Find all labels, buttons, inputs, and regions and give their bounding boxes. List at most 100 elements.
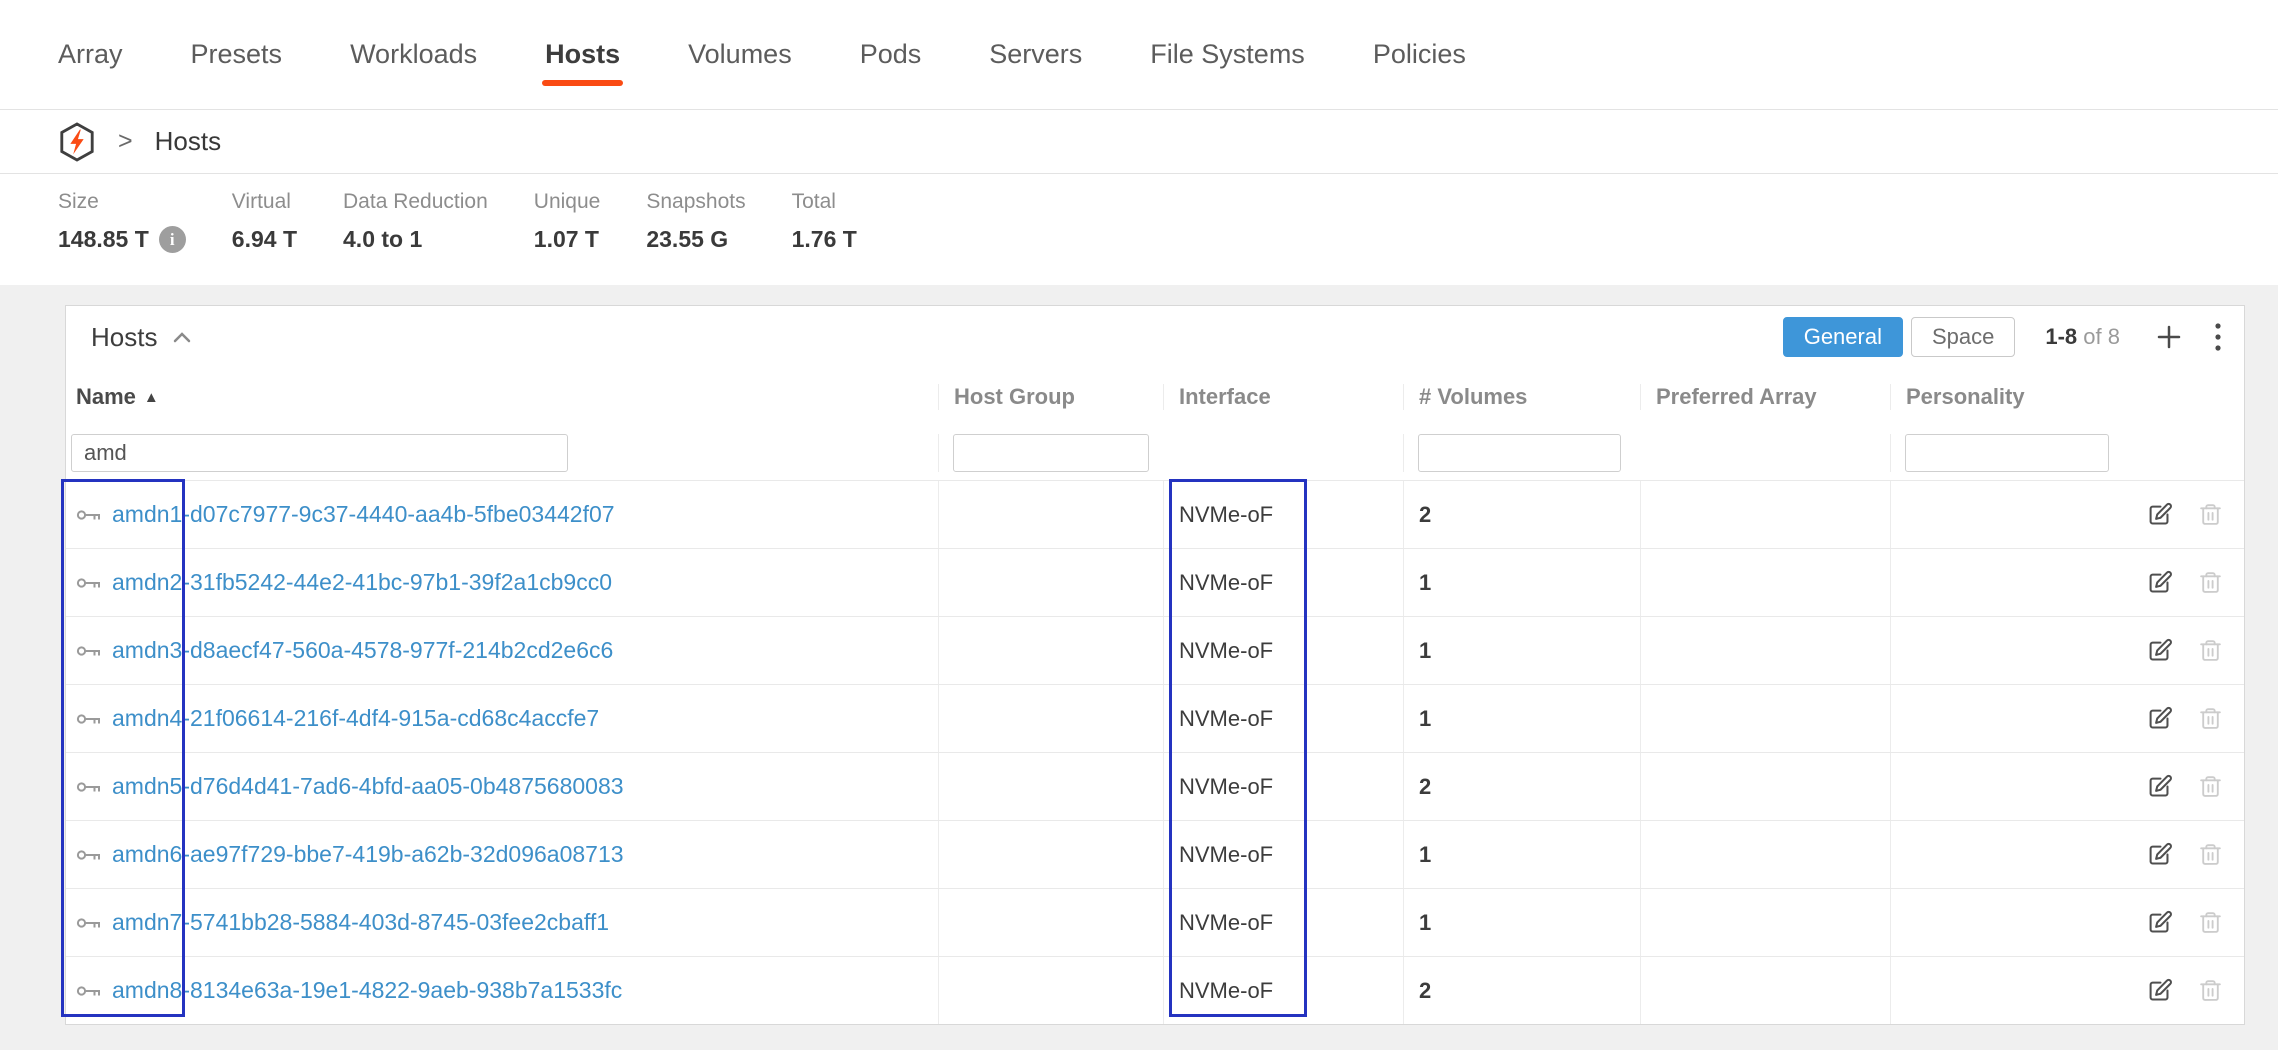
key-icon bbox=[76, 643, 102, 659]
edit-host-icon[interactable] bbox=[2147, 977, 2174, 1004]
name-filter-input[interactable] bbox=[71, 434, 568, 472]
nav-item-hosts[interactable]: Hosts bbox=[545, 39, 620, 70]
stat-value: 1.76 T bbox=[792, 226, 857, 253]
nav-item-pods[interactable]: Pods bbox=[860, 39, 922, 70]
column-header-volumes[interactable]: # Volumes bbox=[1403, 384, 1640, 410]
key-icon bbox=[76, 983, 102, 999]
column-header-personality[interactable]: Personality bbox=[1890, 384, 2131, 410]
delete-host-icon[interactable] bbox=[2198, 773, 2223, 800]
key-icon bbox=[76, 847, 102, 863]
array-logo-icon[interactable] bbox=[58, 121, 96, 163]
preferred-array-cell bbox=[1640, 821, 1890, 888]
stat-value: 148.85 T bbox=[58, 226, 149, 253]
delete-host-icon[interactable] bbox=[2198, 977, 2223, 1004]
host-link[interactable]: amdn1-d07c7977-9c37-4440-aa4b-5fbe03442f… bbox=[112, 501, 615, 528]
column-header-interface[interactable]: Interface bbox=[1163, 384, 1403, 410]
stat-label: Snapshots bbox=[646, 190, 745, 214]
stat-label: Total bbox=[792, 190, 857, 214]
personality-cell bbox=[1890, 481, 2131, 548]
delete-host-icon[interactable] bbox=[2198, 909, 2223, 936]
host-group-filter-input[interactable] bbox=[953, 434, 1149, 472]
nav-item-volumes[interactable]: Volumes bbox=[688, 39, 792, 70]
host-link[interactable]: amdn7-5741bb28-5884-403d-8745-03fee2cbaf… bbox=[112, 909, 609, 936]
host-group-cell bbox=[938, 549, 1163, 616]
key-icon bbox=[76, 915, 102, 931]
personality-cell bbox=[1890, 753, 2131, 820]
table-row: amdn5-d76d4d41-7ad6-4bfd-aa05-0b48756800… bbox=[66, 752, 2244, 820]
delete-host-icon[interactable] bbox=[2198, 705, 2223, 732]
volumes-filter-input[interactable] bbox=[1418, 434, 1621, 472]
host-link[interactable]: amdn4-21f06614-216f-4df4-915a-cd68c4accf… bbox=[112, 705, 599, 732]
edit-host-icon[interactable] bbox=[2147, 501, 2174, 528]
preferred-array-cell bbox=[1640, 549, 1890, 616]
personality-cell bbox=[1890, 957, 2131, 1024]
volumes-cell: 1 bbox=[1403, 617, 1640, 684]
stat-unique: Unique 1.07 T bbox=[534, 190, 601, 285]
hosts-panel-header: Hosts General Space 1-8 of 8 bbox=[66, 306, 2244, 368]
host-link[interactable]: amdn6-ae97f729-bbe7-419b-a62b-32d096a087… bbox=[112, 841, 624, 868]
stat-value: 1.07 T bbox=[534, 226, 599, 253]
nav-item-workloads[interactable]: Workloads bbox=[350, 39, 477, 70]
panel-title: Hosts bbox=[91, 322, 157, 353]
breadcrumb-current: Hosts bbox=[155, 126, 221, 157]
volumes-cell: 1 bbox=[1403, 549, 1640, 616]
stat-snapshots: Snapshots 23.55 G bbox=[646, 190, 745, 285]
interface-cell: NVMe-oF bbox=[1163, 685, 1403, 752]
delete-host-icon[interactable] bbox=[2198, 841, 2223, 868]
column-header-host-group[interactable]: Host Group bbox=[938, 384, 1163, 410]
interface-cell: NVMe-oF bbox=[1163, 549, 1403, 616]
view-space-button[interactable]: Space bbox=[1911, 317, 2015, 357]
personality-filter-input[interactable] bbox=[1905, 434, 2109, 472]
hosts-panel: Hosts General Space 1-8 of 8 bbox=[65, 305, 2245, 1025]
nav-item-policies[interactable]: Policies bbox=[1373, 39, 1466, 70]
delete-host-icon[interactable] bbox=[2198, 501, 2223, 528]
personality-cell bbox=[1890, 685, 2131, 752]
stat-value: 4.0 to 1 bbox=[343, 226, 422, 253]
nav-item-presets[interactable]: Presets bbox=[191, 39, 283, 70]
stat-virtual: Virtual 6.94 T bbox=[232, 190, 297, 285]
delete-host-icon[interactable] bbox=[2198, 569, 2223, 596]
content-area: Hosts General Space 1-8 of 8 bbox=[0, 285, 2278, 1050]
host-link[interactable]: amdn3-d8aecf47-560a-4578-977f-214b2cd2e6… bbox=[112, 637, 613, 664]
personality-cell bbox=[1890, 821, 2131, 888]
sort-ascending-icon: ▲ bbox=[144, 389, 159, 406]
table-body: amdn1-d07c7977-9c37-4440-aa4b-5fbe03442f… bbox=[66, 480, 2244, 1024]
nav-item-servers[interactable]: Servers bbox=[989, 39, 1082, 70]
personality-cell bbox=[1890, 889, 2131, 956]
pagination-total: of 8 bbox=[2083, 324, 2120, 349]
host-group-cell bbox=[938, 753, 1163, 820]
stat-label: Virtual bbox=[232, 190, 297, 214]
nav-item-file-systems[interactable]: File Systems bbox=[1150, 39, 1305, 70]
info-icon[interactable] bbox=[159, 226, 186, 253]
volumes-cell: 2 bbox=[1403, 481, 1640, 548]
host-link[interactable]: amdn5-d76d4d41-7ad6-4bfd-aa05-0b48756800… bbox=[112, 773, 624, 800]
table-row: amdn3-d8aecf47-560a-4578-977f-214b2cd2e6… bbox=[66, 616, 2244, 684]
personality-cell bbox=[1890, 549, 2131, 616]
collapse-chevron-icon[interactable] bbox=[173, 332, 191, 343]
column-header-preferred-array[interactable]: Preferred Array bbox=[1640, 384, 1890, 410]
host-group-cell bbox=[938, 617, 1163, 684]
table-row: amdn4-21f06614-216f-4df4-915a-cd68c4accf… bbox=[66, 684, 2244, 752]
edit-host-icon[interactable] bbox=[2147, 909, 2174, 936]
delete-host-icon[interactable] bbox=[2198, 637, 2223, 664]
column-header-name[interactable]: Name ▲ bbox=[66, 384, 938, 410]
edit-host-icon[interactable] bbox=[2147, 569, 2174, 596]
edit-host-icon[interactable] bbox=[2147, 637, 2174, 664]
edit-host-icon[interactable] bbox=[2147, 773, 2174, 800]
host-link[interactable]: amdn8-8134e63a-19e1-4822-9aeb-938b7a1533… bbox=[112, 977, 622, 1004]
edit-host-icon[interactable] bbox=[2147, 841, 2174, 868]
stat-total: Total 1.76 T bbox=[792, 190, 857, 285]
host-link[interactable]: amdn2-31fb5242-44e2-41bc-97b1-39f2a1cb9c… bbox=[112, 569, 612, 596]
more-options-icon[interactable] bbox=[2214, 321, 2222, 353]
key-icon bbox=[76, 507, 102, 523]
pagination-range: 1-8 bbox=[2045, 324, 2077, 349]
add-host-icon[interactable] bbox=[2154, 322, 2184, 352]
edit-host-icon[interactable] bbox=[2147, 705, 2174, 732]
nav-item-array[interactable]: Array bbox=[58, 39, 123, 70]
interface-cell: NVMe-oF bbox=[1163, 481, 1403, 548]
view-general-button[interactable]: General bbox=[1783, 317, 1903, 357]
table-row: amdn7-5741bb28-5884-403d-8745-03fee2cbaf… bbox=[66, 888, 2244, 956]
host-group-cell bbox=[938, 821, 1163, 888]
breadcrumb-separator: > bbox=[118, 127, 133, 156]
breadcrumb: > Hosts bbox=[0, 110, 2278, 174]
